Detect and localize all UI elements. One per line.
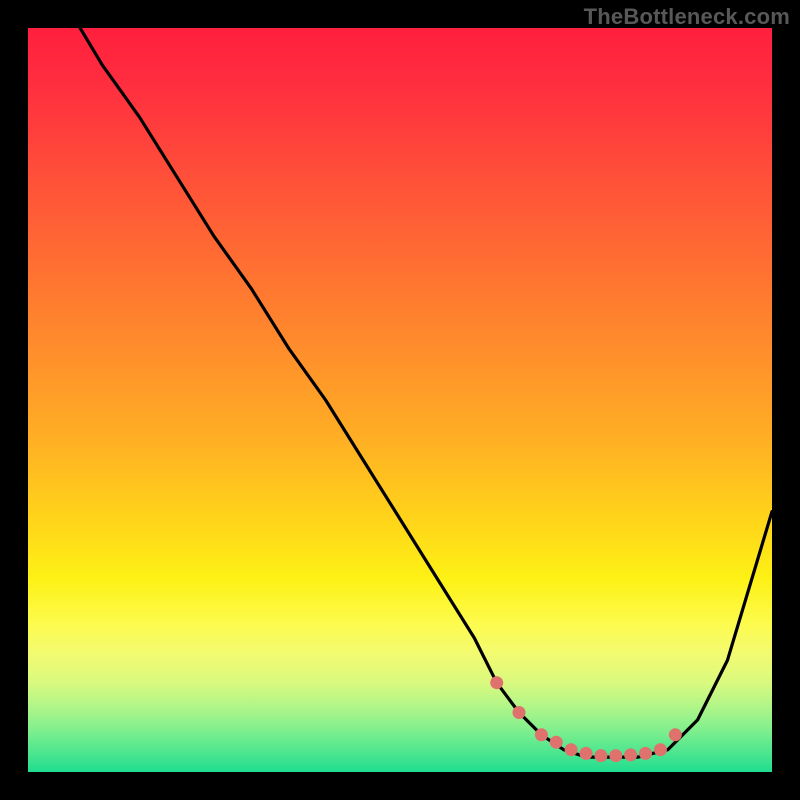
highlight-dot: [535, 728, 548, 741]
highlight-dots: [490, 676, 682, 762]
highlight-dot: [550, 736, 563, 749]
highlight-dot: [639, 747, 652, 760]
curve-path: [80, 28, 772, 757]
highlight-dot: [624, 748, 637, 761]
plot-area: [28, 28, 772, 772]
highlight-dot: [513, 706, 526, 719]
highlight-dot: [594, 749, 607, 762]
bottleneck-curve: [80, 28, 772, 757]
highlight-dot: [565, 743, 578, 756]
watermark-text: TheBottleneck.com: [584, 4, 790, 30]
highlight-dot: [654, 743, 667, 756]
highlight-dot: [609, 749, 622, 762]
highlight-dot: [580, 747, 593, 760]
highlight-dot: [669, 728, 682, 741]
curve-layer: [28, 28, 772, 772]
chart-frame: TheBottleneck.com: [0, 0, 800, 800]
highlight-dot: [490, 676, 503, 689]
